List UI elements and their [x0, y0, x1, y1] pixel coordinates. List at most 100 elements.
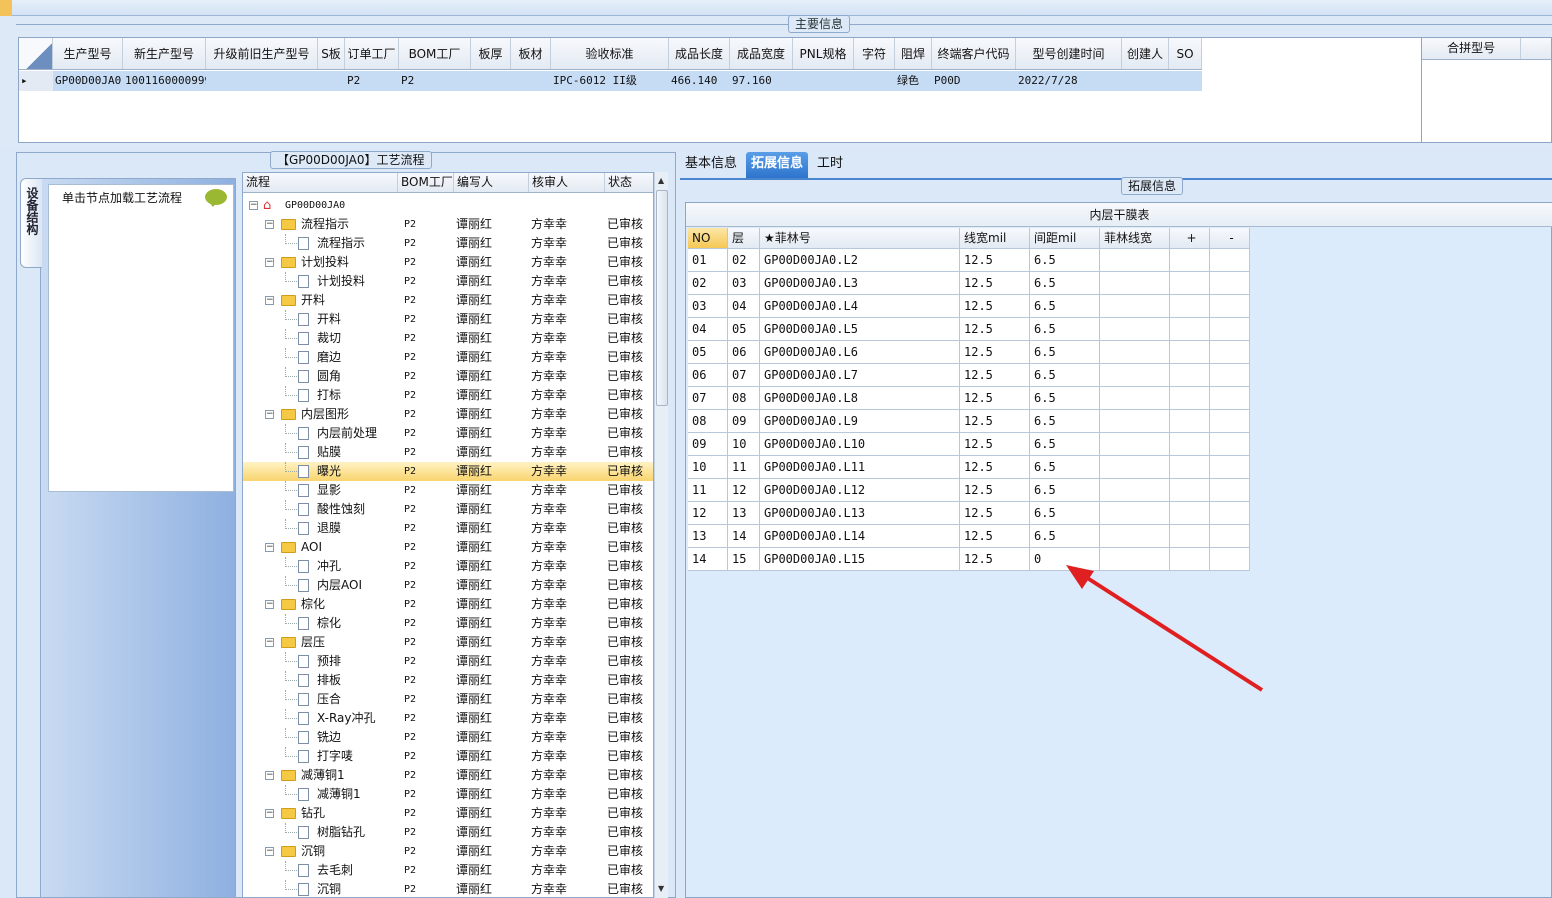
grid-row[interactable]: 05 06 GP00D00JA0.L6 12.5 6.5: [688, 341, 1250, 364]
tree-node-row[interactable]: 曝光 P2 谭丽红 方幸幸 已审核: [243, 462, 653, 481]
empty-cell[interactable]: [1210, 364, 1250, 387]
grid-col-header[interactable]: NO: [688, 228, 728, 249]
layer-cell[interactable]: 09: [728, 410, 760, 433]
empty-cell[interactable]: [1170, 433, 1210, 456]
layer-cell[interactable]: 11: [728, 456, 760, 479]
hint-box[interactable]: 单击节点加载工艺流程: [48, 184, 234, 492]
line-width-cell[interactable]: 12.5: [960, 364, 1030, 387]
film-no-cell[interactable]: GP00D00JA0.L2: [760, 249, 960, 272]
main-col-header[interactable]: 生产型号: [53, 38, 123, 69]
line-width-cell[interactable]: 12.5: [960, 295, 1030, 318]
tree-group-row[interactable]: − 计划投料 P2 谭丽红 方幸幸 已审核: [243, 253, 653, 272]
empty-cell[interactable]: [1170, 318, 1210, 341]
row-no-cell[interactable]: 11: [688, 479, 728, 502]
empty-cell[interactable]: [1100, 456, 1170, 479]
spacing-cell[interactable]: 0: [1030, 548, 1100, 571]
line-width-cell[interactable]: 12.5: [960, 272, 1030, 295]
tree-node-row[interactable]: 冲孔 P2 谭丽红 方幸幸 已审核: [243, 557, 653, 576]
line-width-cell[interactable]: 12.5: [960, 318, 1030, 341]
main-cell[interactable]: [471, 71, 511, 91]
empty-cell[interactable]: [1210, 341, 1250, 364]
film-no-cell[interactable]: GP00D00JA0.L15: [760, 548, 960, 571]
line-width-cell[interactable]: 12.5: [960, 456, 1030, 479]
empty-cell[interactable]: [1210, 387, 1250, 410]
grid-row[interactable]: 03 04 GP00D00JA0.L4 12.5 6.5: [688, 295, 1250, 318]
row-no-cell[interactable]: 09: [688, 433, 728, 456]
tree-node-row[interactable]: X-Ray冲孔 P2 谭丽红 方幸幸 已审核: [243, 709, 653, 728]
collapse-icon[interactable]: −: [265, 809, 274, 818]
empty-cell[interactable]: [1210, 295, 1250, 318]
tree-node-row[interactable]: 减薄铜1 P2 谭丽红 方幸幸 已审核: [243, 785, 653, 804]
layer-cell[interactable]: 02: [728, 249, 760, 272]
tree-col-header[interactable]: 流程: [243, 173, 398, 192]
collapse-icon[interactable]: −: [265, 220, 274, 229]
film-no-cell[interactable]: GP00D00JA0.L11: [760, 456, 960, 479]
grid-row[interactable]: 04 05 GP00D00JA0.L5 12.5 6.5: [688, 318, 1250, 341]
scroll-up-icon[interactable]: ▲: [658, 176, 664, 185]
spacing-cell[interactable]: 6.5: [1030, 272, 1100, 295]
empty-cell[interactable]: [1170, 364, 1210, 387]
layer-cell[interactable]: 14: [728, 525, 760, 548]
main-cell[interactable]: GP00D00JA0: [53, 71, 123, 91]
spacing-cell[interactable]: 6.5: [1030, 433, 1100, 456]
main-col-header[interactable]: S板: [318, 38, 345, 69]
collapse-icon[interactable]: −: [265, 600, 274, 609]
layer-cell[interactable]: 13: [728, 502, 760, 525]
row-no-cell[interactable]: 02: [688, 272, 728, 295]
grid-corner[interactable]: [19, 38, 53, 69]
grid-row[interactable]: 10 11 GP00D00JA0.L11 12.5 6.5: [688, 456, 1250, 479]
grid-col-header[interactable]: 线宽mil: [960, 228, 1030, 249]
empty-cell[interactable]: [1100, 502, 1170, 525]
grid-row[interactable]: 08 09 GP00D00JA0.L9 12.5 6.5: [688, 410, 1250, 433]
grid-row[interactable]: 06 07 GP00D00JA0.L7 12.5 6.5: [688, 364, 1250, 387]
empty-cell[interactable]: [1210, 272, 1250, 295]
main-col-header[interactable]: SO: [1169, 38, 1202, 69]
grid-col-header[interactable]: 间距mil: [1030, 228, 1100, 249]
tab-extension[interactable]: 拓展信息: [746, 152, 809, 178]
grid-col-header[interactable]: 层: [728, 228, 760, 249]
collapse-icon[interactable]: −: [265, 296, 274, 305]
main-cell[interactable]: 97.160: [730, 71, 793, 91]
grid-row[interactable]: 01 02 GP00D00JA0.L2 12.5 6.5: [688, 249, 1250, 272]
collapse-icon[interactable]: −: [249, 201, 258, 210]
film-no-cell[interactable]: GP00D00JA0.L14: [760, 525, 960, 548]
line-width-cell[interactable]: 12.5: [960, 410, 1030, 433]
tree-node-row[interactable]: 计划投料 P2 谭丽红 方幸幸 已审核: [243, 272, 653, 291]
line-width-cell[interactable]: 12.5: [960, 525, 1030, 548]
tree-node-row[interactable]: 磨边 P2 谭丽红 方幸幸 已审核: [243, 348, 653, 367]
film-no-cell[interactable]: GP00D00JA0.L7: [760, 364, 960, 387]
scroll-down-icon[interactable]: ▼: [658, 884, 664, 893]
main-col-header[interactable]: 验收标准: [551, 38, 669, 69]
empty-cell[interactable]: [1170, 525, 1210, 548]
tree-node-row[interactable]: 开料 P2 谭丽红 方幸幸 已审核: [243, 310, 653, 329]
row-no-cell[interactable]: 01: [688, 249, 728, 272]
film-no-cell[interactable]: GP00D00JA0.L10: [760, 433, 960, 456]
layer-cell[interactable]: 07: [728, 364, 760, 387]
main-col-header[interactable]: 新生产型号: [123, 38, 206, 69]
tree-node-row[interactable]: 铣边 P2 谭丽红 方幸幸 已审核: [243, 728, 653, 747]
grid-col-header[interactable]: -: [1210, 228, 1250, 249]
layer-cell[interactable]: 12: [728, 479, 760, 502]
main-cell[interactable]: 2022/7/28: [1016, 71, 1122, 91]
spacing-cell[interactable]: 6.5: [1030, 387, 1100, 410]
tree-node-row[interactable]: 压合 P2 谭丽红 方幸幸 已审核: [243, 690, 653, 709]
collapse-icon[interactable]: −: [265, 543, 274, 552]
collapse-icon[interactable]: −: [265, 258, 274, 267]
tree-node-row[interactable]: 退膜 P2 谭丽红 方幸幸 已审核: [243, 519, 653, 538]
empty-cell[interactable]: [1210, 249, 1250, 272]
main-col-header[interactable]: 创建人: [1122, 38, 1169, 69]
empty-cell[interactable]: [1170, 341, 1210, 364]
main-col-header[interactable]: 型号创建时间: [1016, 38, 1122, 69]
tree-root[interactable]: − ⌂ GP00D00JA0: [243, 196, 653, 215]
empty-cell[interactable]: [1100, 341, 1170, 364]
empty-cell[interactable]: [1170, 272, 1210, 295]
main-col-header[interactable]: 板厚: [471, 38, 511, 69]
grid-col-header[interactable]: ★菲林号: [760, 228, 960, 249]
main-col-header[interactable]: 阻焊: [895, 38, 932, 69]
main-cell[interactable]: 10011600009990: [123, 71, 206, 91]
empty-cell[interactable]: [1100, 387, 1170, 410]
flow-tree-scrollbar[interactable]: ▲ ▼: [654, 172, 668, 898]
spacing-cell[interactable]: 6.5: [1030, 456, 1100, 479]
empty-cell[interactable]: [1210, 548, 1250, 571]
line-width-cell[interactable]: 12.5: [960, 341, 1030, 364]
